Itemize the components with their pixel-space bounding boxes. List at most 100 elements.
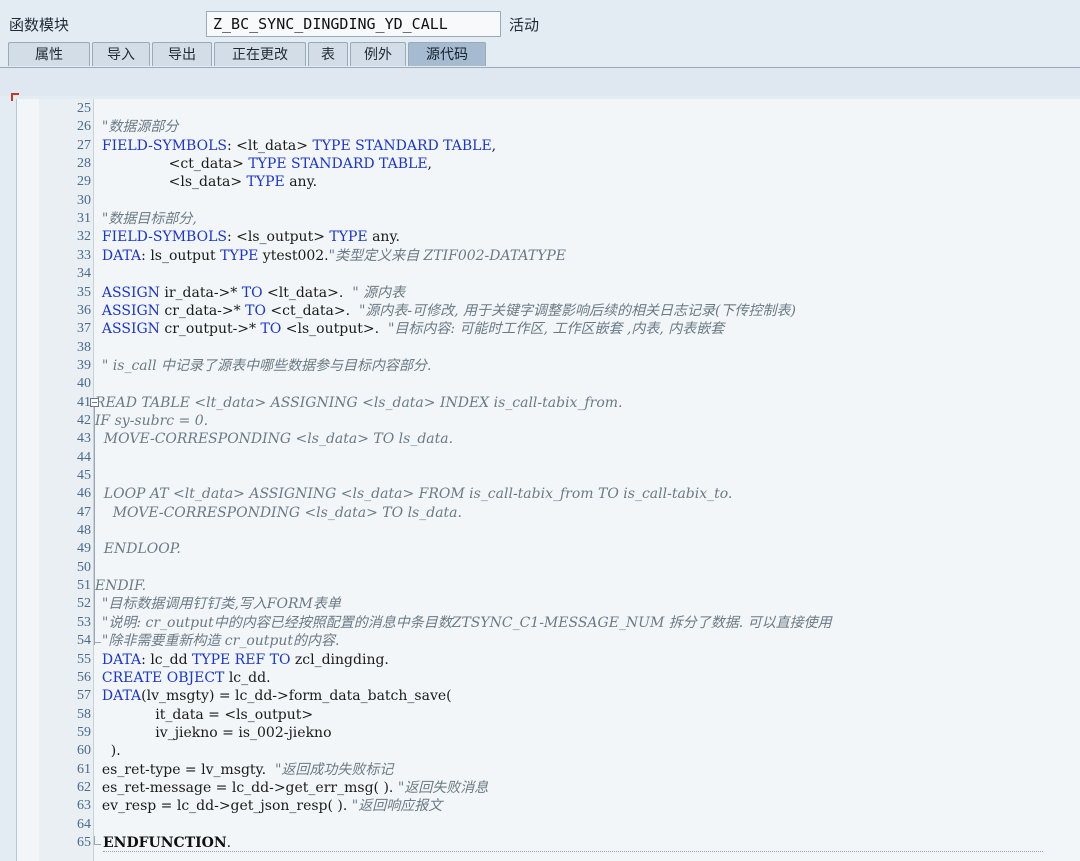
tab-export[interactable]: 导出 <box>152 42 212 66</box>
code-token: "目标数据调用钉钉类,写入FORM表单 <box>93 596 341 613</box>
code-token: : <ls_output> <box>226 229 330 246</box>
tab-source-code[interactable]: 源代码 <box>408 42 486 66</box>
line-number: 33 <box>77 247 91 263</box>
code-token: "返回失败消息 <box>397 779 489 796</box>
editor-gutter <box>17 99 39 861</box>
code-line: * <box>93 559 1067 577</box>
code-line: FIELD-SYMBOLS: <ls_output> TYPE any. <box>93 228 1080 246</box>
code-token: any. <box>284 174 318 191</box>
code-line: ). <box>93 742 1080 760</box>
line-number: 48 <box>77 523 91 539</box>
code-editor[interactable]: "数据源部分 FIELD-SYMBOLS: <lt_data> TYPE STA… <box>16 99 1080 861</box>
line-number: 28 <box>77 156 91 172</box>
code-token: (lv_msgty) = lc_dd->form_data_batch_save… <box>141 688 452 705</box>
function-name-field[interactable]: Z_BC_SYNC_DINGDING_YD_CALL <box>206 11 501 37</box>
code-line: " is_call 中记录了源表中哪些数据参与目标内容部分. <box>93 357 1080 375</box>
module-label: 函数模块 <box>9 17 70 34</box>
code-token: * LOOP AT <lt_data> ASSIGNING <ls_data> … <box>93 486 733 503</box>
code-line: * <box>93 449 1067 467</box>
line-number: 54 <box>77 633 91 649</box>
code-line: DATA: ls_output TYPE ytest002."类型定义来自 ZT… <box>93 247 1080 265</box>
code-line: ASSIGN cr_data->* TO <ct_data>. "源内表-可修改… <box>93 302 1080 320</box>
code-token: "数据目标部分, <box>93 211 197 228</box>
code-token: CREATE OBJECT <box>93 669 225 686</box>
line-number: 29 <box>77 174 91 190</box>
code-token: * ENDLOOP. <box>103 541 181 558</box>
tab-import[interactable]: 导入 <box>92 42 150 66</box>
line-number: 40 <box>77 376 91 392</box>
code-line: ASSIGN cr_output->* TO <ls_output>. "目标内… <box>93 320 1080 338</box>
code-token: ENDFUNCTION <box>103 835 227 851</box>
line-number: 32 <box>77 229 91 245</box>
code-line: <ct_data> TYPE STANDARD TABLE, <box>93 155 1080 173</box>
code-token: TYPE REF TO <box>192 651 291 668</box>
tab-tables[interactable]: 表 <box>308 42 348 66</box>
code-token: "数据源部分 <box>93 119 179 136</box>
code-token: DATA <box>93 688 142 705</box>
code-line: * ENDLOOP. <box>93 540 1067 558</box>
code-line: * IF sy-subrc = 0. <box>93 412 1067 430</box>
line-number: 50 <box>77 559 91 575</box>
fold-guide-end <box>94 634 101 644</box>
line-number: 41 <box>77 394 91 410</box>
code-token: <ls_output>. <box>281 321 388 338</box>
code-token: : lc_dd <box>141 651 193 668</box>
line-number: 52 <box>77 596 91 612</box>
code-line: ASSIGN ir_data->* TO <lt_data>. " 源内表 <box>93 284 1080 302</box>
code-token: * MOVE-CORRESPONDING <ls_data> TO ls_dat… <box>93 504 462 521</box>
code-token: : <lt_data> <box>226 137 313 154</box>
code-token: DATA <box>93 651 142 668</box>
code-token: TO <box>260 321 282 338</box>
code-token: . <box>226 835 232 851</box>
code-token: TO <box>245 302 266 319</box>
code-token: " 源内表 <box>352 284 406 301</box>
code-token: it_data = <ls_output> <box>93 706 314 723</box>
code-token: FIELD-SYMBOLS <box>93 229 227 246</box>
tab-changing[interactable]: 正在更改 <box>214 42 306 66</box>
line-number: 45 <box>77 468 91 483</box>
line-number: 62 <box>77 779 91 795</box>
code-line: <ls_data> TYPE any. <box>93 173 1080 191</box>
code-line: * ENDIF. <box>93 577 1067 595</box>
code-token: "返回成功失败标记 <box>274 761 394 778</box>
line-number: 53 <box>77 614 91 630</box>
code-token: ). <box>93 743 121 760</box>
line-number: 43 <box>77 431 91 447</box>
code-line: * READ TABLE <lt_data> ASSIGNING <ls_dat… <box>93 394 1067 412</box>
line-number: 49 <box>77 541 91 557</box>
code-token: TYPE <box>246 174 285 191</box>
code-line: FIELD-SYMBOLS: <lt_data> TYPE STANDARD T… <box>93 137 1080 155</box>
code-token: " is_call 中记录了源表中哪些数据参与目标内容部分. <box>93 357 432 374</box>
line-number: 46 <box>77 486 91 502</box>
line-number: 36 <box>77 302 91 318</box>
code-token: TYPE STANDARD TABLE <box>248 156 428 173</box>
line-number: 27 <box>77 137 91 153</box>
code-line: DATA(lv_msgty) = lc_dd->form_data_batch_… <box>93 687 1080 705</box>
code-line: DATA: lc_dd TYPE REF TO zcl_dingding. <box>93 651 1080 669</box>
tab-exceptions[interactable]: 例外 <box>350 42 406 66</box>
line-number: 59 <box>77 724 91 740</box>
line-number: 55 <box>77 651 91 667</box>
code-line: CREATE OBJECT lc_dd. <box>93 669 1080 687</box>
line-number: 26 <box>77 119 91 135</box>
code-line: es_ret-type = lv_msgty. "返回成功失败标记 <box>93 761 1080 779</box>
tab-attributes[interactable]: 属性 <box>8 42 90 66</box>
fold-toggle-icon[interactable] <box>90 397 99 407</box>
code-token: zcl_dingding. <box>290 651 389 668</box>
code-line: * <box>93 467 1067 485</box>
code-token: , <box>427 156 432 173</box>
code-token: ASSIGN <box>93 321 160 338</box>
code-text-area[interactable]: "数据源部分 FIELD-SYMBOLS: <lt_data> TYPE STA… <box>93 99 1080 861</box>
line-number: 39 <box>77 357 91 373</box>
code-token: cr_output->* <box>159 321 261 338</box>
code-token: "除非需要重新构造 cr_output的内容. <box>93 633 340 650</box>
line-number: 42 <box>77 412 91 428</box>
line-number: 56 <box>77 669 91 685</box>
code-line: iv_jiekno = is_002-jiekno <box>93 724 1080 742</box>
code-line: it_data = <ls_output> <box>93 706 1080 724</box>
code-line: * MOVE-CORRESPONDING <ls_data> TO ls_dat… <box>93 430 1067 448</box>
